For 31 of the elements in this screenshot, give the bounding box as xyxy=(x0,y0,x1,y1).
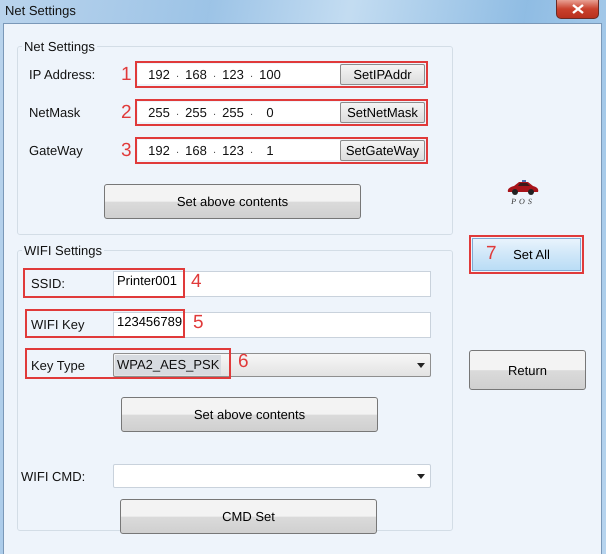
field-label: WIFI Key xyxy=(30,317,86,332)
annotation-number: 3 xyxy=(121,140,133,160)
car-icon xyxy=(506,179,540,197)
field-label: Key Type xyxy=(30,358,86,372)
cmd-set-button[interactable]: CMD Set xyxy=(120,499,377,534)
field-label: GateWay xyxy=(29,143,84,158)
dropdown-caret-icon xyxy=(417,362,425,368)
field-label: SSID: xyxy=(30,276,66,291)
set-button[interactable]: SetGateWay xyxy=(340,140,425,161)
field-label: WIFI CMD: xyxy=(20,468,86,484)
return-button[interactable]: Return xyxy=(469,350,586,390)
ip-address-field[interactable]: 192 . 168 . 123 . 1 xyxy=(138,140,340,160)
annotation-number: 6 xyxy=(238,352,249,372)
set-button[interactable]: SetNetMask xyxy=(340,102,425,123)
set-contents-button[interactable]: Set above contents xyxy=(121,397,378,432)
close-button[interactable] xyxy=(556,0,599,19)
close-icon xyxy=(572,4,584,14)
annotation-number: 2 xyxy=(121,102,133,122)
field-label: IP Address: xyxy=(29,67,96,82)
logo-text: POS xyxy=(511,197,535,206)
annotation-number: 7 xyxy=(486,244,497,264)
ip-address-field[interactable]: 192 . 168 . 123 . 100 xyxy=(138,64,340,84)
set-contents-button[interactable]: Set above contents xyxy=(104,184,361,219)
window-title: Net Settings xyxy=(4,2,76,18)
annotation-number: 5 xyxy=(193,313,204,333)
field-label: NetMask xyxy=(29,105,82,120)
annotation-number: 4 xyxy=(191,272,202,292)
set-button[interactable]: SetIPAddr xyxy=(340,64,425,85)
ip-address-field[interactable]: 255 . 255 . 255 . 0 xyxy=(138,102,340,122)
annotation-number: 1 xyxy=(121,64,133,84)
dropdown-caret-icon xyxy=(417,474,425,478)
